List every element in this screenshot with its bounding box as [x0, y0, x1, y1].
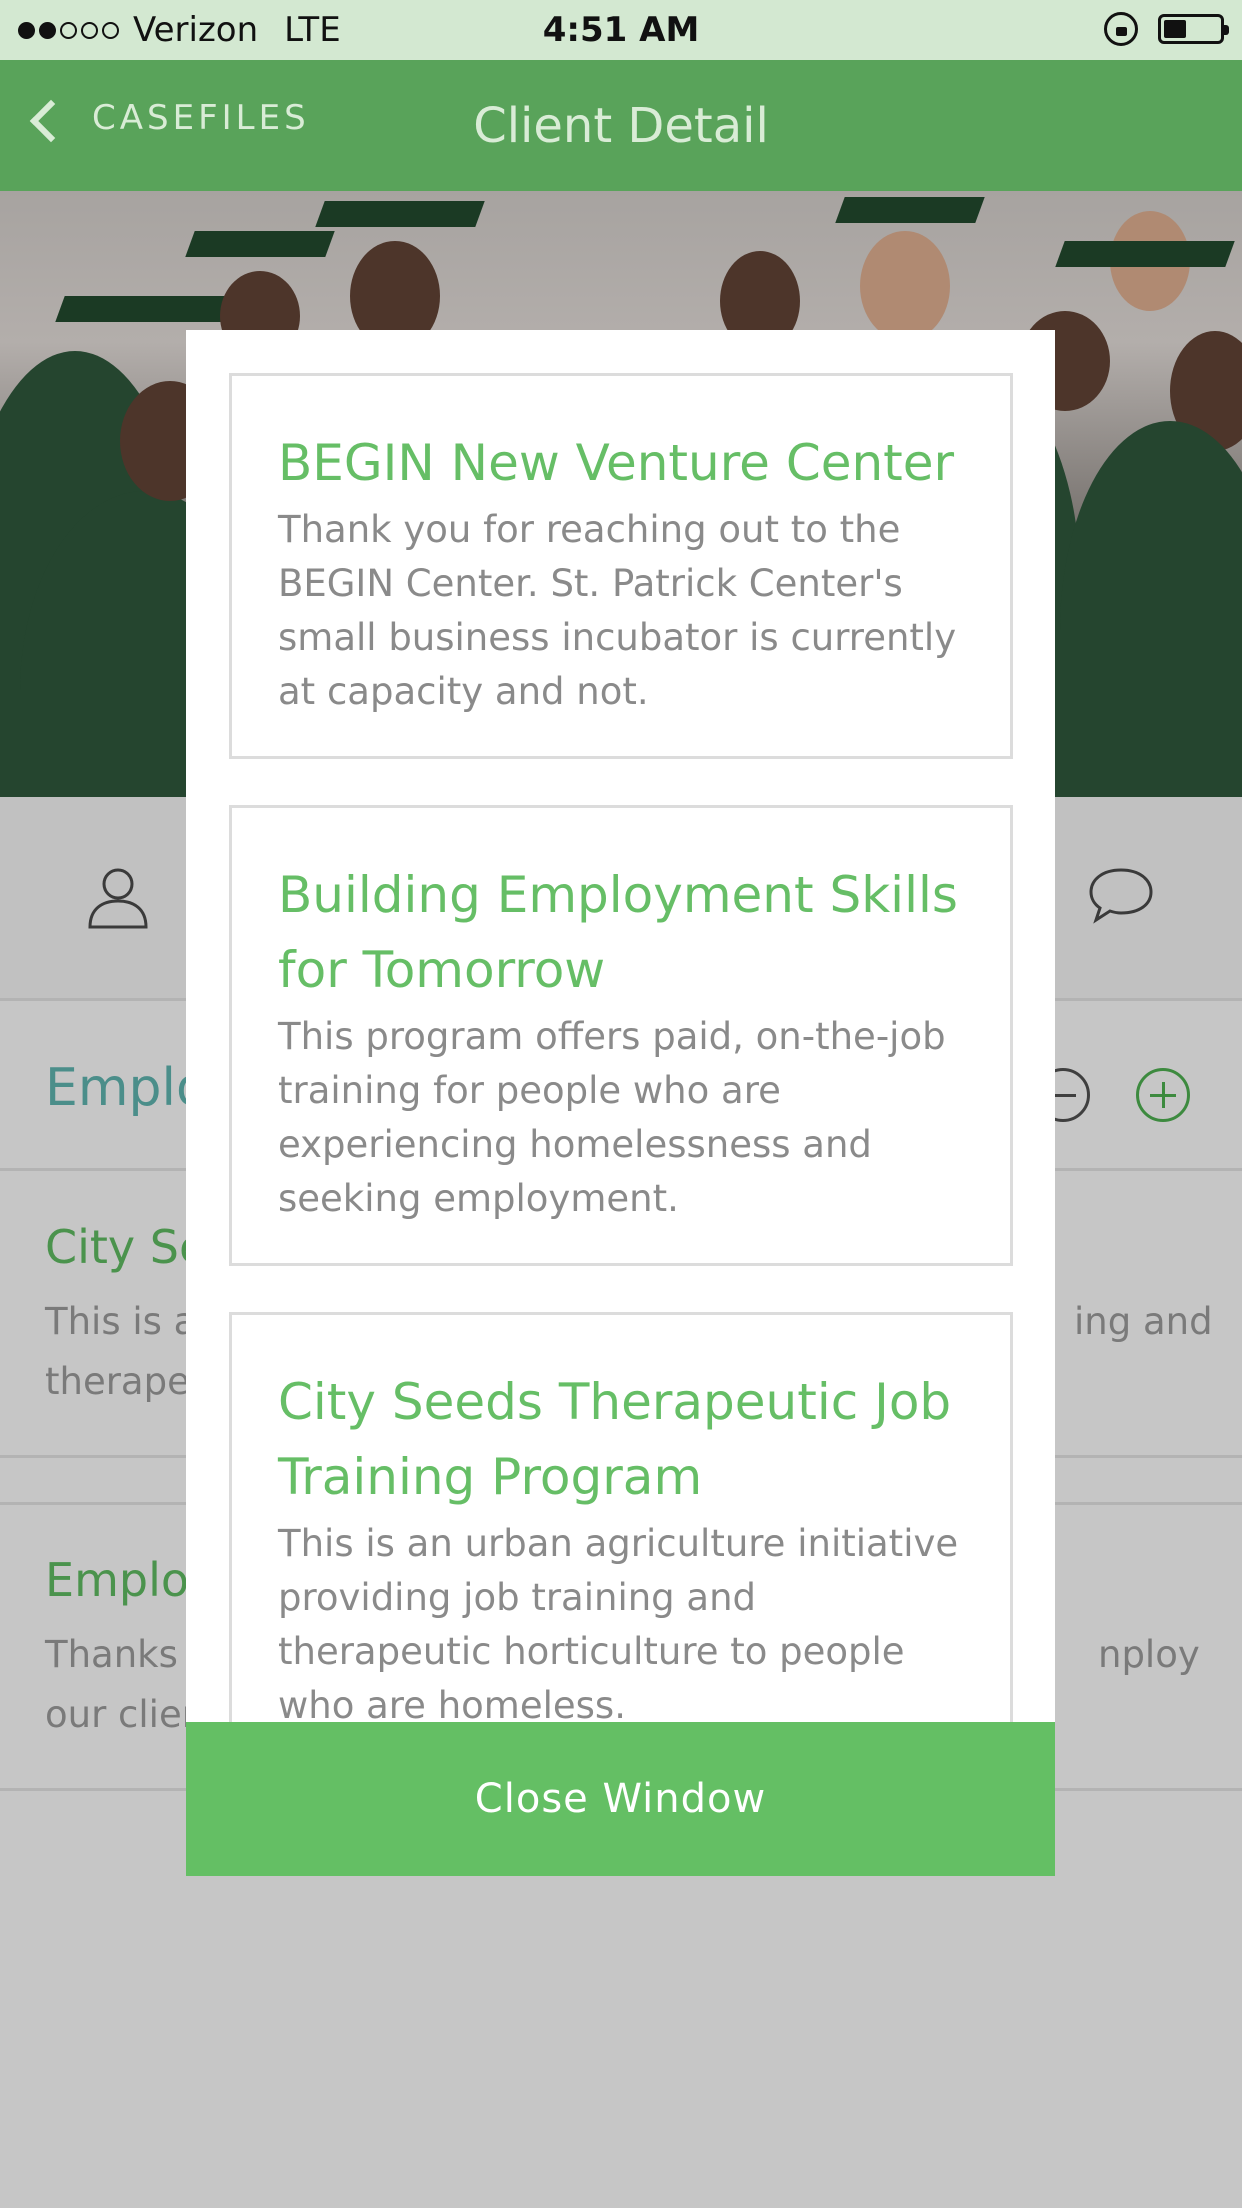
- program-description: Thank you for reaching out to the BEGIN …: [278, 508, 957, 713]
- programs-modal: BEGIN New Venture Center Thank you for r…: [186, 330, 1055, 1876]
- program-card[interactable]: Building Employment Skills for Tomorrow …: [229, 805, 1013, 1266]
- modal-scroll-area[interactable]: BEGIN New Venture Center Thank you for r…: [186, 330, 1055, 1722]
- background-card-text-right: nploy: [1098, 1633, 1200, 1676]
- program-title: Building Employment Skills for Tomorrow: [278, 866, 958, 999]
- status-time: 4:51 AM: [542, 10, 700, 50]
- status-bar: Verizon LTE 4:51 AM: [0, 0, 1242, 60]
- background-card-text: This is a therape: [45, 1300, 197, 1403]
- background-card-text: Thanks our clier: [45, 1633, 197, 1736]
- chat-bubble-icon[interactable]: [1088, 866, 1154, 924]
- program-title: City Seeds Therapeutic Job Training Prog…: [278, 1373, 952, 1506]
- battery-icon: [1158, 14, 1229, 44]
- orientation-lock-icon: [1104, 12, 1138, 46]
- program-card[interactable]: BEGIN New Venture Center Thank you for r…: [229, 373, 1013, 759]
- page-title: Client Detail: [473, 98, 769, 154]
- background-card-text-right: ing and: [1074, 1300, 1213, 1343]
- close-window-button[interactable]: Close Window: [186, 1722, 1055, 1876]
- status-right: [1104, 12, 1229, 46]
- navigation-bar: CASEFILES Client Detail: [0, 60, 1242, 191]
- program-title: BEGIN New Venture Center: [278, 434, 955, 492]
- program-description: This program offers paid, on-the-job tra…: [278, 1015, 946, 1220]
- program-card[interactable]: City Seeds Therapeutic Job Training Prog…: [229, 1312, 1013, 1722]
- person-icon[interactable]: [86, 865, 150, 929]
- add-button[interactable]: [1136, 1068, 1190, 1122]
- background-card-title: City Se: [45, 1220, 208, 1274]
- section-title: Emplo: [45, 1058, 208, 1118]
- program-description: This is an urban agriculture initiative …: [278, 1522, 959, 1722]
